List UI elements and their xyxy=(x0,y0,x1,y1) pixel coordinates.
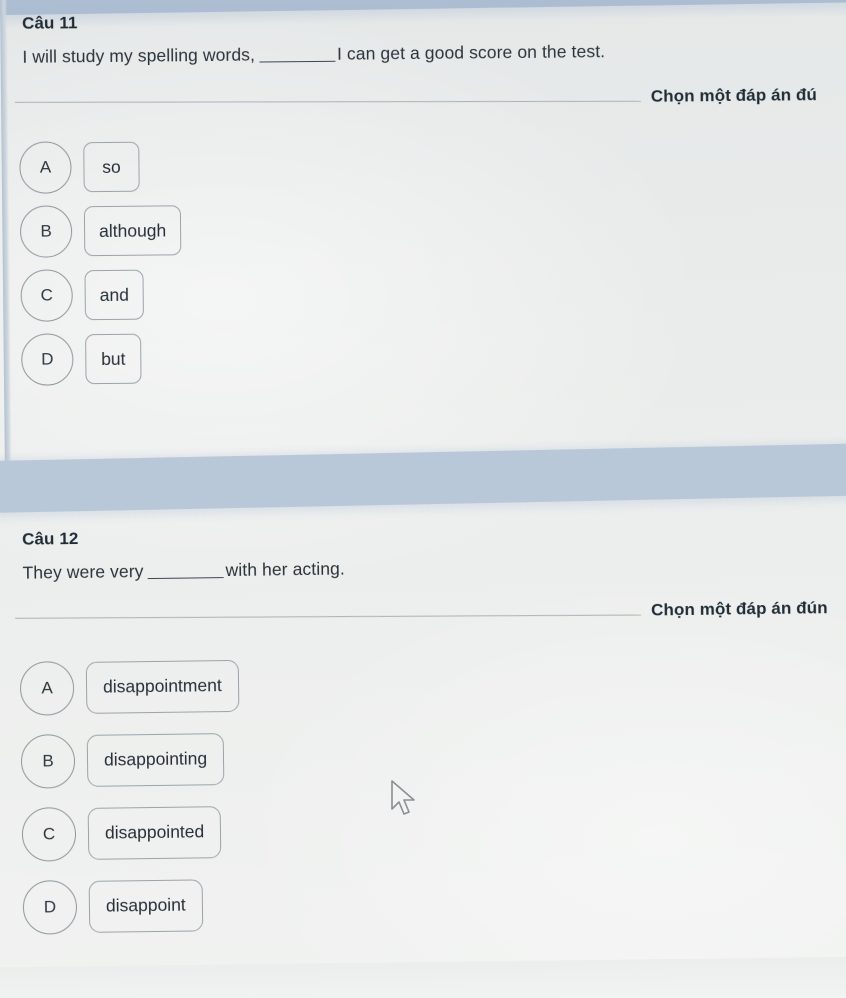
option-row-12-c[interactable]: C disappointed xyxy=(21,787,846,871)
option-row-12-a[interactable]: A disappointment xyxy=(19,641,846,725)
option-letter-12-c[interactable]: C xyxy=(21,806,77,862)
option-letter-12-a[interactable]: A xyxy=(19,660,75,716)
divider-row-11: Chọn một đáp án đú xyxy=(1,82,846,124)
bottom-band xyxy=(0,956,846,998)
quiz-screenshot: Câu 11 I will study my spelling words, I … xyxy=(0,0,846,998)
choose-answer-label-11: Chọn một đáp án đú xyxy=(650,85,818,106)
question-number-12: Câu 12 xyxy=(21,528,79,549)
options-list-11: A so B although C and D but xyxy=(19,128,846,392)
option-text-11-d[interactable]: but xyxy=(85,333,142,385)
divider-line-11 xyxy=(14,100,641,104)
question-text-12-part2: with her acting. xyxy=(225,558,346,581)
option-letter-11-a[interactable]: A xyxy=(19,141,72,194)
option-row-12-b[interactable]: B disappointing xyxy=(20,714,846,798)
option-text-11-c[interactable]: and xyxy=(84,269,145,321)
option-letter-11-d[interactable]: D xyxy=(21,333,74,386)
option-letter-11-b[interactable]: B xyxy=(19,205,73,258)
option-row-11-d[interactable]: D but xyxy=(21,320,846,392)
question-text-11-part2: I can get a good score on the test. xyxy=(336,41,606,64)
answer-blank-11 xyxy=(259,60,336,63)
question-separator-band-glow xyxy=(0,435,846,525)
option-letter-11-c[interactable]: C xyxy=(20,269,73,322)
question-text-11: I will study my spelling words, I can get… xyxy=(22,39,846,68)
option-text-12-d[interactable]: disappoint xyxy=(88,878,204,933)
question-text-12-part1: They were very xyxy=(22,561,144,583)
option-row-11-a[interactable]: A so xyxy=(19,128,846,200)
choose-answer-label-12: Chọn một đáp án đún xyxy=(650,598,828,620)
question-block-11: Câu 11 I will study my spelling words, I … xyxy=(0,6,846,392)
option-row-12-d[interactable]: D disappoint xyxy=(22,860,846,944)
divider-line-12 xyxy=(15,614,642,619)
question-block-12: Câu 12 They were very with her acting. Ch… xyxy=(0,519,846,944)
options-list-12: A disappointment B disappointing C disap… xyxy=(19,641,846,944)
answer-blank-12 xyxy=(147,577,224,580)
option-text-11-a[interactable]: so xyxy=(83,141,140,193)
question-separator-band xyxy=(0,442,846,514)
option-text-12-c[interactable]: disappointed xyxy=(87,805,222,860)
option-row-11-b[interactable]: B although xyxy=(19,192,846,264)
question-text-11-part1: I will study my spelling words, xyxy=(22,44,256,67)
question-text-12: They were very with her acting. xyxy=(22,552,846,584)
option-letter-12-d[interactable]: D xyxy=(22,879,78,935)
option-text-12-a[interactable]: disappointment xyxy=(85,659,240,714)
option-text-11-b[interactable]: although xyxy=(83,205,182,257)
divider-row-12: Chọn một đáp án đún xyxy=(1,595,846,640)
question-number-11: Câu 11 xyxy=(21,13,78,33)
option-text-12-b[interactable]: disappointing xyxy=(86,732,225,787)
option-row-11-c[interactable]: C and xyxy=(20,256,846,328)
option-letter-12-b[interactable]: B xyxy=(20,733,76,789)
